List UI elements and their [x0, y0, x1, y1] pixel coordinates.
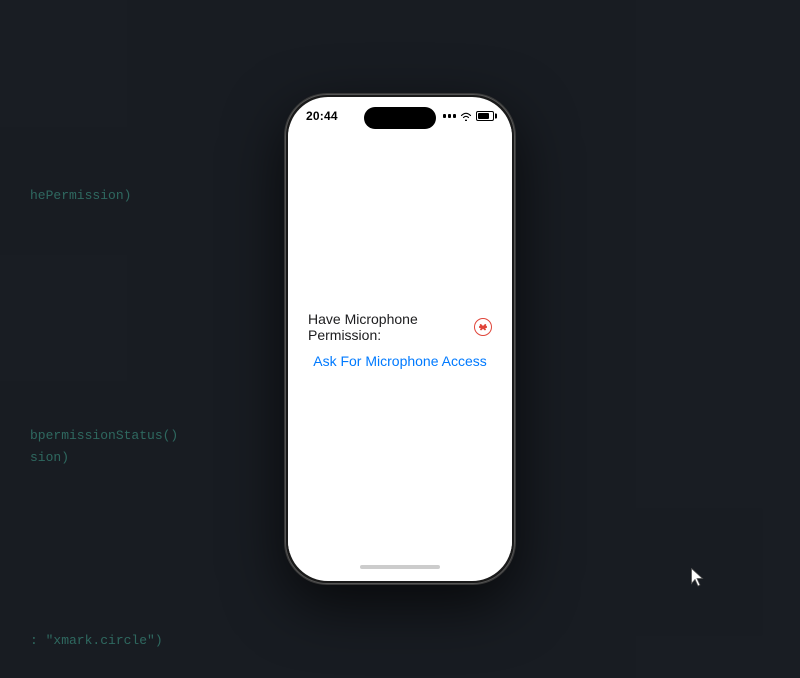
- xmark-circle-icon: [474, 318, 492, 336]
- wifi-icon: [460, 111, 472, 121]
- phone-frame: 20:44: [285, 94, 515, 584]
- xmark-inner: [479, 323, 487, 331]
- status-icons: [443, 111, 494, 121]
- status-time: 20:44: [306, 109, 338, 123]
- home-indicator: [288, 553, 512, 581]
- permission-label: Have Microphone Permission:: [308, 311, 468, 343]
- signal-icon: [443, 114, 456, 118]
- dynamic-island: [364, 107, 436, 129]
- home-bar: [360, 565, 440, 569]
- app-content: Have Microphone Permission: Ask For Micr…: [288, 127, 512, 553]
- permission-status-row: Have Microphone Permission:: [308, 311, 492, 343]
- battery-icon: [476, 111, 494, 121]
- status-bar: 20:44: [288, 97, 512, 127]
- phone-screen: 20:44: [288, 97, 512, 581]
- ask-microphone-button[interactable]: Ask For Microphone Access: [313, 353, 487, 369]
- phone-mockup: 20:44: [285, 94, 515, 584]
